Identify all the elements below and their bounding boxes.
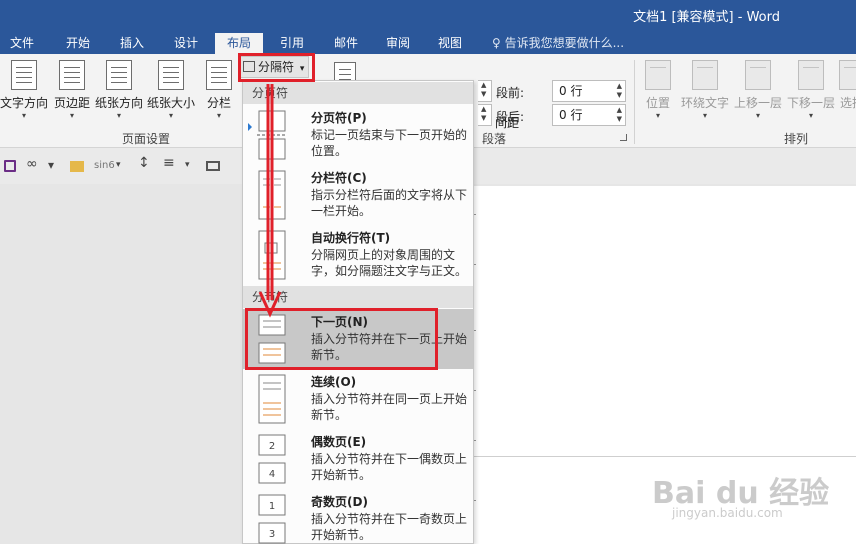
arrow-head bbox=[258, 291, 282, 318]
annotation-arrow bbox=[258, 84, 282, 318]
watermark-url: jingyan.baidu.com bbox=[672, 506, 783, 520]
arrow-shaft bbox=[266, 84, 274, 300]
